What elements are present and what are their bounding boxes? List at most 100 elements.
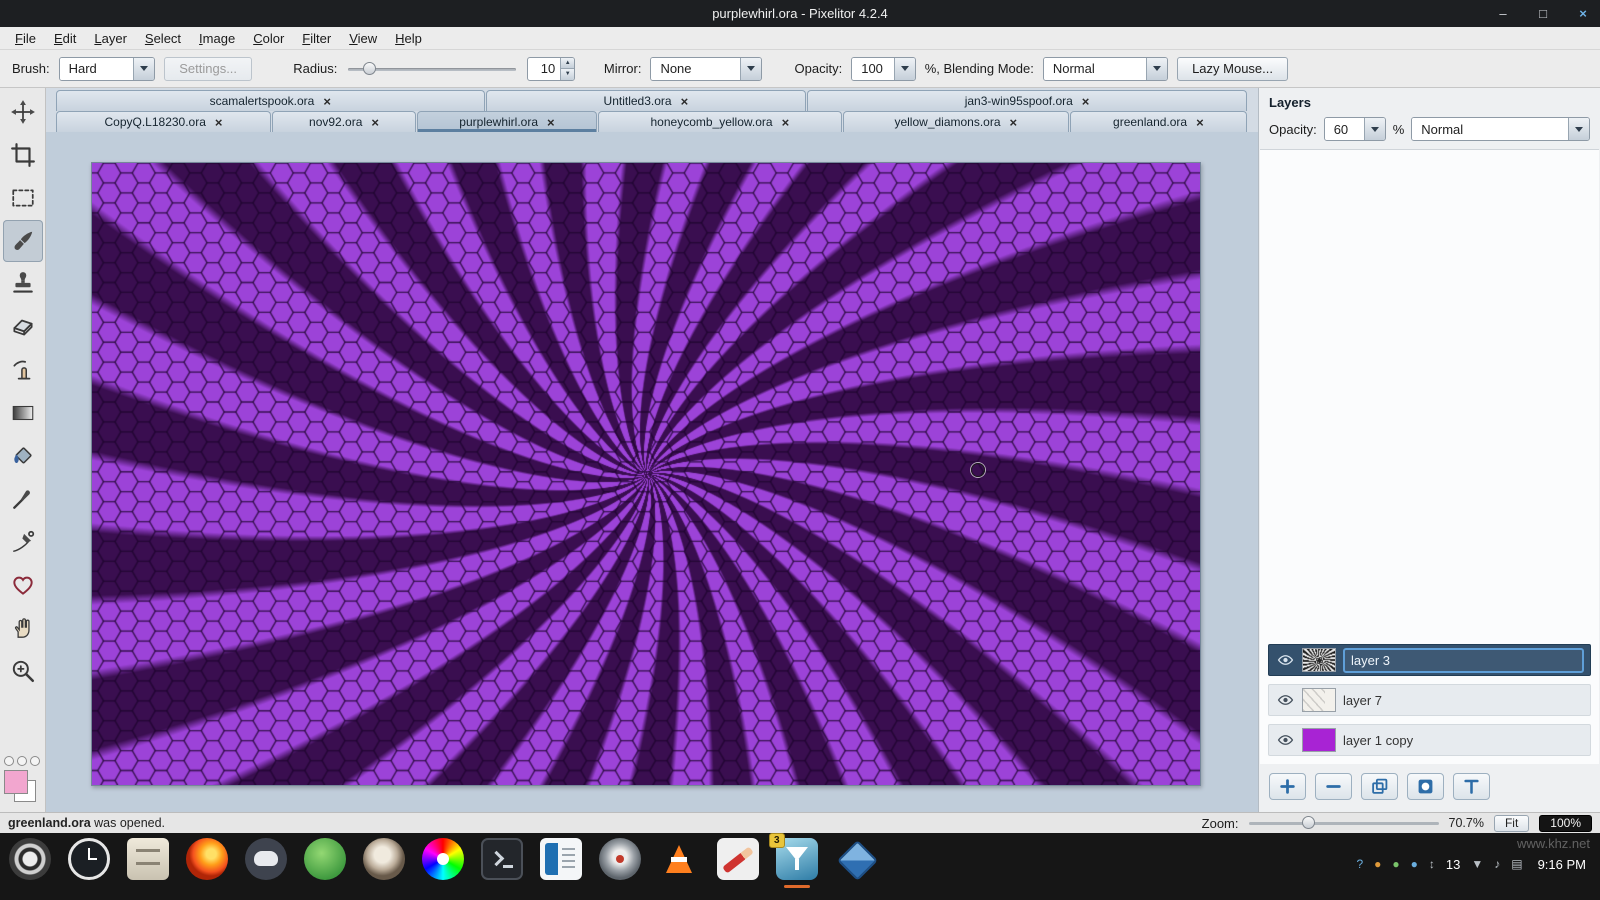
tool-eraser[interactable] [3, 306, 43, 348]
taskbar-software-center[interactable] [303, 838, 347, 890]
tray-count[interactable]: 13 [1446, 857, 1460, 872]
visibility-eye-icon[interactable] [1275, 733, 1295, 747]
taskbar-color-wheel[interactable] [421, 838, 465, 890]
menu-view[interactable]: View [340, 28, 386, 49]
mask-mode-indicators[interactable] [4, 756, 43, 766]
layer-name-input[interactable]: layer 3 [1343, 648, 1584, 673]
opacity-input[interactable]: 100 [851, 57, 916, 81]
layer-blend-mode-select[interactable]: Normal [1411, 117, 1590, 141]
blending-mode-select[interactable]: Normal [1043, 57, 1168, 81]
radius-slider[interactable] [346, 57, 517, 81]
tab-purplewhirl[interactable]: purplewhirl.ora × [417, 111, 597, 132]
add-text-layer-button[interactable] [1453, 773, 1490, 800]
clock-time[interactable]: 9:16 PM [1538, 857, 1586, 872]
taskbar-app-menu[interactable] [8, 838, 52, 890]
tab-jan3-win95spoof[interactable]: jan3-win95spoof.ora × [807, 90, 1247, 111]
lazy-mouse-button[interactable]: Lazy Mouse... [1177, 57, 1288, 81]
close-icon[interactable]: × [782, 116, 790, 129]
indicator-blue-icon[interactable]: ● [1411, 858, 1418, 870]
tool-hand[interactable] [3, 607, 43, 649]
foreground-color-swatch[interactable] [4, 770, 28, 794]
battery-icon[interactable]: ▤ [1511, 858, 1522, 870]
tool-pen[interactable] [3, 521, 43, 563]
close-icon[interactable]: × [323, 95, 331, 108]
tool-clone-stamp[interactable] [3, 263, 43, 305]
color-swatches[interactable] [4, 770, 38, 804]
layer-opacity-input[interactable]: 60 [1324, 117, 1386, 141]
taskbar-pixelitor[interactable]: 3 [775, 838, 819, 890]
taskbar-file-manager[interactable] [126, 838, 170, 890]
menu-image[interactable]: Image [190, 28, 244, 49]
close-button[interactable]: × [1574, 6, 1592, 21]
add-mask-button[interactable] [1407, 773, 1444, 800]
radius-input[interactable]: 10 ▲▼ [527, 57, 575, 81]
tool-shapes[interactable] [3, 564, 43, 606]
close-icon[interactable]: × [1010, 116, 1018, 129]
tab-copyq-l18230[interactable]: CopyQ.L18230.ora × [56, 111, 271, 132]
tool-rectangle-select[interactable] [3, 177, 43, 219]
taskbar-writer[interactable] [539, 838, 583, 890]
tab-greenland[interactable]: greenland.ora × [1070, 111, 1247, 132]
tab-nov92[interactable]: nov92.ora × [272, 111, 416, 132]
menu-filter[interactable]: Filter [293, 28, 340, 49]
layer-row-layer-7[interactable]: layer 7 [1268, 684, 1591, 716]
layer-row-layer-1-copy[interactable]: layer 1 copy [1268, 724, 1591, 756]
tool-color-picker[interactable] [3, 478, 43, 520]
maximize-button[interactable]: □ [1534, 6, 1552, 21]
window-title: purplewhirl.ora - Pixelitor 4.2.4 [0, 6, 1600, 21]
tool-zoom[interactable] [3, 650, 43, 692]
menu-color[interactable]: Color [244, 28, 293, 49]
help-tray-icon[interactable]: ? [1356, 858, 1363, 870]
menu-file[interactable]: File [6, 28, 45, 49]
tool-crop[interactable] [3, 134, 43, 176]
fit-button[interactable]: Fit [1494, 815, 1529, 832]
close-icon[interactable]: × [681, 95, 689, 108]
brush-type-select[interactable]: Hard [59, 57, 156, 81]
delete-layer-button[interactable] [1315, 773, 1352, 800]
minimize-button[interactable]: – [1494, 6, 1512, 21]
updates-icon[interactable]: ↕ [1429, 858, 1435, 870]
taskbar-screenshot-tool[interactable] [598, 838, 642, 890]
close-icon[interactable]: × [1196, 116, 1204, 129]
volume-icon[interactable]: ♪ [1494, 858, 1500, 870]
spinner-buttons[interactable]: ▲▼ [560, 58, 574, 80]
tab-untitled3[interactable]: Untitled3.ora × [486, 90, 807, 111]
taskbar-virtualbox[interactable] [834, 838, 878, 890]
layer-row-layer-3[interactable]: layer 3 [1268, 644, 1591, 676]
mirror-select[interactable]: None [650, 57, 762, 81]
taskbar-firefox[interactable] [185, 838, 229, 890]
tool-smudge[interactable] [3, 349, 43, 391]
close-icon[interactable]: × [1082, 95, 1090, 108]
zoom-slider[interactable] [1249, 815, 1439, 831]
settings-button[interactable]: Settings... [164, 57, 252, 81]
tab-scamalertspook[interactable]: scamalertspook.ora × [56, 90, 485, 111]
tool-paint-bucket[interactable] [3, 435, 43, 477]
menu-select[interactable]: Select [136, 28, 190, 49]
taskbar-terminal[interactable] [480, 838, 524, 890]
menu-help[interactable]: Help [386, 28, 431, 49]
tool-brush[interactable] [3, 220, 43, 262]
network-icon[interactable]: ▼ [1471, 858, 1483, 870]
taskbar-discord[interactable] [244, 838, 288, 890]
tab-honeycomb-yellow[interactable]: honeycomb_yellow.ora × [598, 111, 842, 132]
add-layer-button[interactable] [1269, 773, 1306, 800]
menu-layer[interactable]: Layer [85, 28, 136, 49]
taskbar-gimp[interactable] [362, 838, 406, 890]
taskbar-pencil-editor[interactable] [716, 838, 760, 890]
close-icon[interactable]: × [371, 116, 379, 129]
duplicate-layer-button[interactable] [1361, 773, 1398, 800]
tool-move[interactable] [3, 91, 43, 133]
close-icon[interactable]: × [547, 116, 555, 129]
tab-yellow-diamons[interactable]: yellow_diamons.ora × [843, 111, 1069, 132]
taskbar-clock[interactable] [67, 838, 111, 890]
close-icon[interactable]: × [215, 116, 223, 129]
menu-edit[interactable]: Edit [45, 28, 85, 49]
indicator-orange-icon[interactable]: ● [1374, 858, 1381, 870]
image-canvas[interactable] [91, 162, 1201, 786]
zoom-100-button[interactable]: 100% [1539, 815, 1592, 832]
visibility-eye-icon[interactable] [1275, 693, 1295, 707]
taskbar-vlc[interactable] [657, 838, 701, 890]
tool-gradient[interactable] [3, 392, 43, 434]
visibility-eye-icon[interactable] [1275, 653, 1295, 667]
indicator-green-icon[interactable]: ● [1392, 858, 1399, 870]
